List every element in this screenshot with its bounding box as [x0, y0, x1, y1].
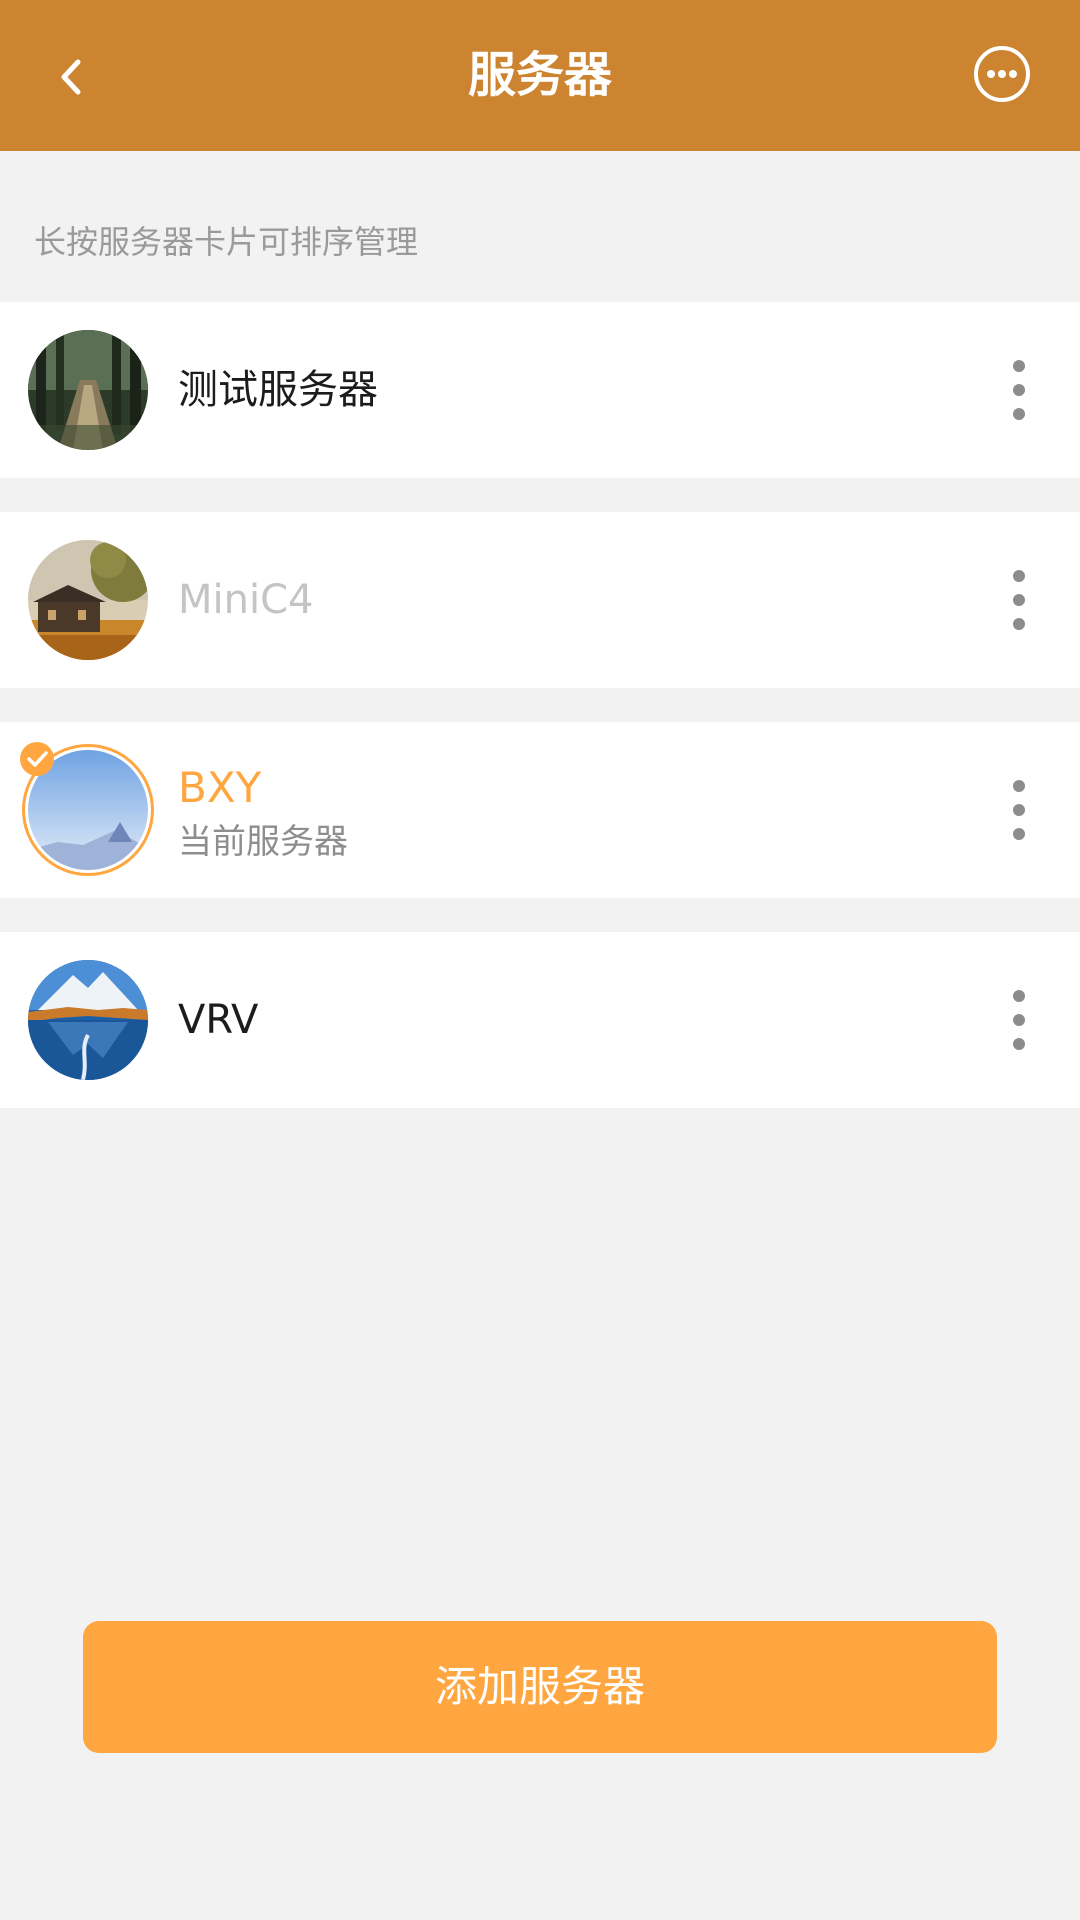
- sort-hint: 长按服务器卡片可排序管理: [34, 223, 419, 261]
- avatar: [28, 330, 148, 450]
- server-options-button[interactable]: [1004, 360, 1034, 420]
- server-name: MiniC4: [178, 577, 314, 623]
- more-circle-icon: [974, 46, 1030, 102]
- avatar: [28, 960, 148, 1080]
- server-options-button[interactable]: [1004, 990, 1034, 1050]
- avatar: [20, 742, 154, 876]
- cabin-sunset-image: [28, 540, 148, 660]
- server-options-button[interactable]: [1004, 780, 1034, 840]
- avatar: [28, 540, 148, 660]
- server-options-button[interactable]: [1004, 570, 1034, 630]
- app-header: 服务器: [0, 0, 1080, 151]
- server-name: 测试服务器: [178, 367, 378, 413]
- server-card[interactable]: VRV: [0, 932, 1080, 1108]
- page-title: 服务器: [467, 47, 612, 103]
- server-card-current[interactable]: BXY 当前服务器: [0, 722, 1080, 898]
- server-card[interactable]: MiniC4: [0, 512, 1080, 688]
- forest-path-image: [28, 330, 148, 450]
- current-server-label: 当前服务器: [178, 822, 348, 862]
- mountain-lake-image: [28, 960, 148, 1080]
- server-name: BXY: [178, 763, 262, 812]
- selected-check-icon: [20, 742, 54, 776]
- server-name: VRV: [178, 997, 259, 1043]
- add-server-button[interactable]: 添加服务器: [83, 1621, 997, 1753]
- more-button[interactable]: [973, 45, 1031, 103]
- server-card[interactable]: 测试服务器: [0, 302, 1080, 478]
